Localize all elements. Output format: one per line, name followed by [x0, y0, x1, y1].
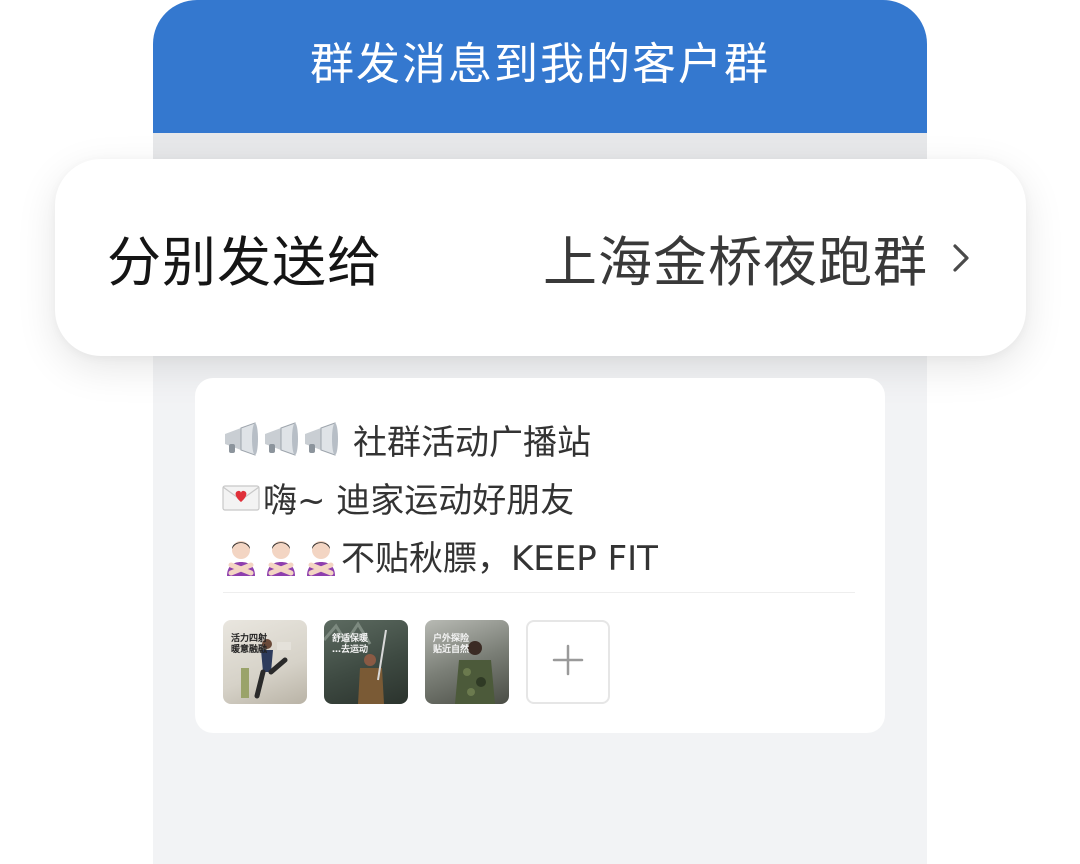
recipient-label: 分别发送给 — [107, 231, 382, 294]
megaphone-icon — [261, 420, 301, 458]
attachment-list: 活力四射 暖意融融 舒适保暖 …去运动 户外探险 贴近自然 — [223, 620, 610, 704]
no-gesture-woman-icon — [261, 534, 301, 576]
message-divider — [223, 592, 855, 593]
message-line-1: 社群活动广播站 — [221, 410, 861, 468]
message-card[interactable]: 社群活动广播站 嗨~ 迪家运动好朋友 不贴秋膘，KEEP FIT 活力四射 暖意… — [195, 378, 885, 733]
recipient-group-name[interactable]: 上海金桥夜跑群 — [543, 218, 928, 297]
header-bar: 群发消息到我的客户群 — [153, 0, 927, 133]
attachment-caption: 舒适保暖 …去运动 — [332, 634, 369, 655]
chevron-right-icon[interactable] — [946, 238, 976, 278]
attachment-image-2[interactable]: 舒适保暖 …去运动 — [324, 620, 408, 704]
megaphone-icon — [221, 420, 261, 458]
message-line-3: 不贴秋膘，KEEP FIT — [221, 526, 861, 584]
attachment-image-3[interactable]: 户外探险 贴近自然 — [425, 620, 509, 704]
no-gesture-woman-icon — [221, 534, 261, 576]
megaphone-icon — [301, 420, 341, 458]
message-line-text: 嗨~ 迪家运动好朋友 — [263, 480, 575, 521]
attachment-caption: 活力四射 暖意融融 — [231, 634, 268, 655]
page-title: 群发消息到我的客户群 — [310, 39, 770, 90]
attachment-image-1[interactable]: 活力四射 暖意融融 — [223, 620, 307, 704]
message-line-2: 嗨~ 迪家运动好朋友 — [221, 468, 861, 526]
message-line-text: 社群活动广播站 — [353, 422, 591, 463]
add-attachment-button[interactable] — [526, 620, 610, 704]
message-line-text: 不贴秋膘，KEEP FIT — [341, 538, 658, 579]
recipient-selector[interactable]: 分别发送给 上海金桥夜跑群 — [55, 159, 1026, 356]
message-text[interactable]: 社群活动广播站 嗨~ 迪家运动好朋友 不贴秋膘，KEEP FIT — [221, 410, 861, 584]
header-divider-strip — [153, 133, 927, 159]
love-letter-icon — [221, 480, 261, 514]
attachment-caption: 户外探险 贴近自然 — [433, 634, 470, 655]
plus-icon — [551, 643, 585, 681]
no-gesture-woman-icon — [301, 534, 341, 576]
